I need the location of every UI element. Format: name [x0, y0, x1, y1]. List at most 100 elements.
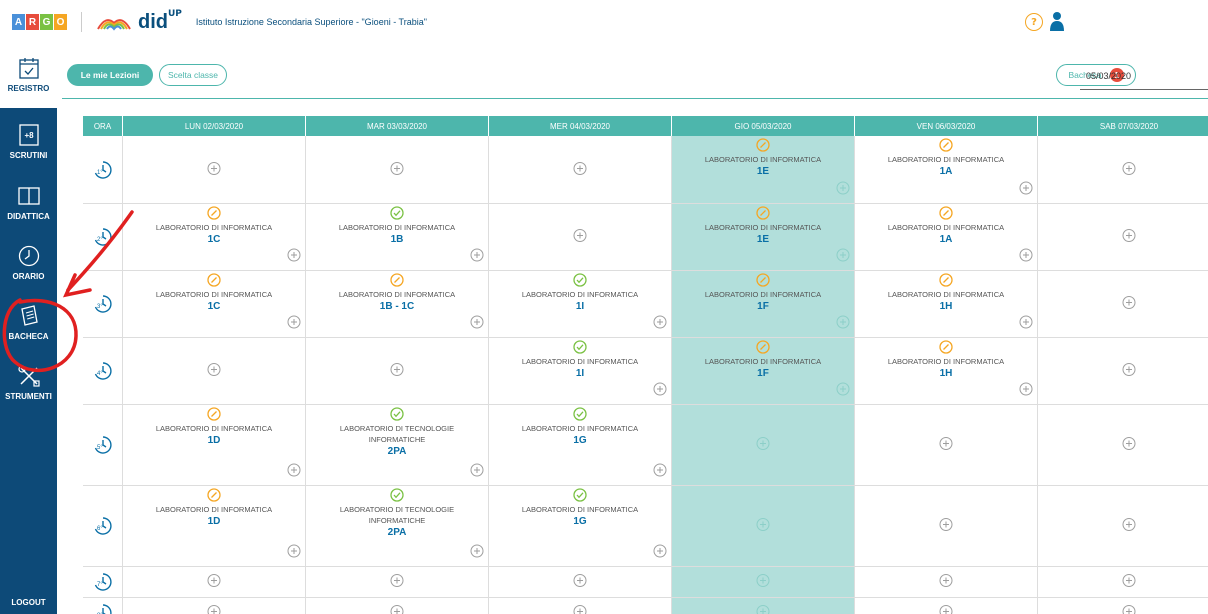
add-lesson-icon[interactable] [653, 315, 667, 329]
add-lesson-center[interactable] [1122, 295, 1136, 314]
add-lesson-corner[interactable] [287, 462, 301, 481]
add-lesson-center[interactable] [390, 160, 404, 179]
lesson-entry[interactable]: LABORATORIO DI INFORMATICA 1I [489, 273, 671, 312]
my-lessons-button[interactable]: Le mie Lezioni [67, 64, 153, 86]
lesson-entry[interactable]: LABORATORIO DI INFORMATICA 1H [855, 273, 1037, 312]
timetable-cell[interactable]: LABORATORIO DI INFORMATICA 1D [123, 405, 306, 486]
timetable-cell[interactable]: LABORATORIO DI INFORMATICA 1D [123, 486, 306, 567]
add-lesson-center[interactable] [939, 573, 953, 592]
sidebar-item-bacheca[interactable]: BACHECA [0, 304, 57, 341]
timetable-cell[interactable]: LABORATORIO DI INFORMATICA 1C [123, 271, 306, 338]
sidebar-item-scrutini[interactable]: +8 SCRUTINI [0, 123, 57, 160]
add-lesson-center[interactable] [573, 160, 587, 179]
add-lesson-icon[interactable] [1122, 296, 1136, 310]
add-lesson-icon[interactable] [836, 248, 850, 262]
lesson-entry[interactable]: LABORATORIO DI INFORMATICA 1B [306, 206, 488, 245]
timetable-cell[interactable] [123, 598, 306, 614]
add-lesson-center[interactable] [756, 573, 770, 592]
check-circle-icon[interactable] [390, 488, 404, 502]
add-lesson-icon[interactable] [573, 574, 587, 588]
add-lesson-icon[interactable] [207, 161, 221, 175]
add-lesson-center[interactable] [573, 228, 587, 247]
add-lesson-corner[interactable] [470, 314, 484, 333]
add-lesson-corner[interactable] [653, 543, 667, 562]
timetable-cell[interactable]: LABORATORIO DI INFORMATICA 1I [489, 271, 672, 338]
sidebar-item-registro[interactable]: REGISTRO [0, 48, 57, 108]
add-lesson-icon[interactable] [939, 518, 953, 532]
pencil-circle-icon[interactable] [756, 273, 770, 287]
add-lesson-icon[interactable] [653, 463, 667, 477]
add-lesson-center[interactable] [573, 603, 587, 614]
add-lesson-corner[interactable] [653, 381, 667, 400]
timetable-cell[interactable] [1038, 486, 1208, 567]
lesson-entry[interactable]: LABORATORIO DI INFORMATICA 1G [489, 488, 671, 527]
check-circle-icon[interactable] [573, 407, 587, 421]
add-lesson-corner[interactable] [470, 543, 484, 562]
add-lesson-icon[interactable] [1122, 574, 1136, 588]
add-lesson-icon[interactable] [939, 604, 953, 614]
check-circle-icon[interactable] [573, 340, 587, 354]
timetable-cell[interactable] [1038, 567, 1208, 598]
add-lesson-corner[interactable] [470, 247, 484, 266]
choose-class-button[interactable]: Scelta classe [159, 64, 227, 86]
add-lesson-corner[interactable] [836, 180, 850, 199]
timetable-cell[interactable] [489, 567, 672, 598]
timetable-cell[interactable]: LABORATORIO DI INFORMATICA 1A [855, 204, 1038, 271]
add-lesson-icon[interactable] [390, 604, 404, 614]
timetable-cell[interactable]: LABORATORIO DI INFORMATICA 1H [855, 338, 1038, 405]
add-lesson-center[interactable] [390, 362, 404, 381]
add-lesson-icon[interactable] [287, 248, 301, 262]
lesson-entry[interactable]: LABORATORIO DI INFORMATICA 1F [672, 340, 854, 379]
add-lesson-icon[interactable] [1122, 604, 1136, 614]
add-lesson-icon[interactable] [1122, 363, 1136, 377]
pencil-circle-icon[interactable] [939, 138, 953, 152]
add-lesson-icon[interactable] [756, 604, 770, 614]
timetable-cell[interactable]: LABORATORIO DI INFORMATICA 1B - 1C [306, 271, 489, 338]
add-lesson-center[interactable] [1122, 573, 1136, 592]
add-lesson-icon[interactable] [390, 161, 404, 175]
pencil-circle-icon[interactable] [939, 206, 953, 220]
add-lesson-corner[interactable] [287, 543, 301, 562]
add-lesson-center[interactable] [207, 573, 221, 592]
lesson-entry[interactable]: LABORATORIO DI TECNOLOGIE INFORMATICHE 2P… [306, 407, 488, 457]
add-lesson-icon[interactable] [756, 437, 770, 451]
sidebar-item-didattica[interactable]: DIDATTICA [0, 184, 57, 221]
add-lesson-center[interactable] [1122, 603, 1136, 614]
timetable-cell[interactable]: LABORATORIO DI INFORMATICA 1A [855, 136, 1038, 204]
add-lesson-icon[interactable] [287, 315, 301, 329]
lesson-entry[interactable]: LABORATORIO DI INFORMATICA 1D [123, 488, 305, 527]
add-lesson-center[interactable] [756, 603, 770, 614]
add-lesson-center[interactable] [939, 603, 953, 614]
timetable-cell[interactable] [855, 598, 1038, 614]
timetable-cell[interactable] [672, 405, 855, 486]
timetable-cell[interactable] [672, 567, 855, 598]
timetable-cell[interactable] [672, 486, 855, 567]
add-lesson-corner[interactable] [836, 247, 850, 266]
add-lesson-icon[interactable] [573, 161, 587, 175]
add-lesson-center[interactable] [756, 517, 770, 536]
timetable-cell[interactable]: LABORATORIO DI INFORMATICA 1E [672, 204, 855, 271]
timetable-cell[interactable] [855, 405, 1038, 486]
add-lesson-icon[interactable] [390, 363, 404, 377]
timetable-cell[interactable]: LABORATORIO DI INFORMATICA 1H [855, 271, 1038, 338]
add-lesson-icon[interactable] [1122, 437, 1136, 451]
add-lesson-icon[interactable] [836, 382, 850, 396]
add-lesson-center[interactable] [390, 573, 404, 592]
add-lesson-icon[interactable] [756, 574, 770, 588]
timetable-cell[interactable] [855, 486, 1038, 567]
timetable-cell[interactable] [1038, 136, 1208, 204]
lesson-entry[interactable]: LABORATORIO DI INFORMATICA 1E [672, 138, 854, 177]
lesson-entry[interactable]: LABORATORIO DI INFORMATICA 1E [672, 206, 854, 245]
add-lesson-center[interactable] [207, 603, 221, 614]
add-lesson-corner[interactable] [653, 314, 667, 333]
add-lesson-center[interactable] [1122, 436, 1136, 455]
add-lesson-icon[interactable] [470, 544, 484, 558]
lesson-entry[interactable]: LABORATORIO DI INFORMATICA 1C [123, 206, 305, 245]
add-lesson-center[interactable] [1122, 362, 1136, 381]
logout-button[interactable]: LOGOUT [0, 598, 57, 607]
add-lesson-center[interactable] [207, 160, 221, 179]
add-lesson-icon[interactable] [756, 518, 770, 532]
add-lesson-icon[interactable] [939, 437, 953, 451]
add-lesson-icon[interactable] [207, 604, 221, 614]
date-field[interactable]: 05/03/2020 [1086, 71, 1131, 81]
